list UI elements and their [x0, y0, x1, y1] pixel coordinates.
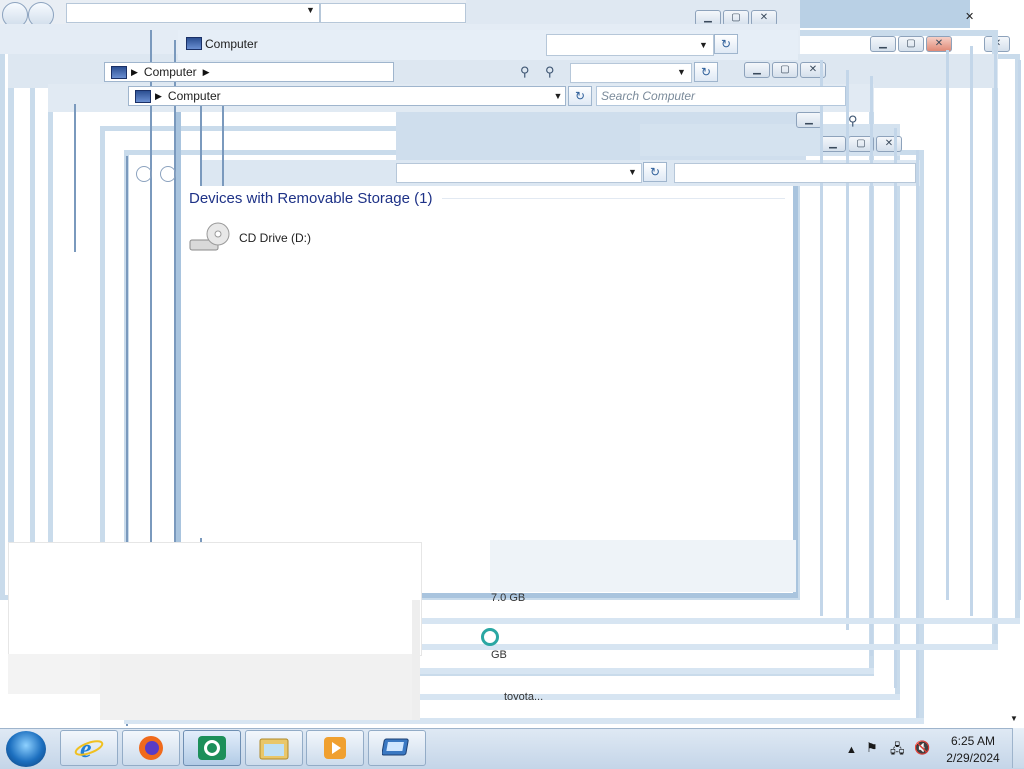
scroll-down-icon[interactable]: ▼	[1010, 714, 1018, 723]
ghost-edge	[74, 104, 76, 252]
group-header-label: Devices with Removable Storage (1)	[189, 189, 433, 207]
search-icon[interactable]: ⚲	[520, 64, 530, 80]
taskbar-remote-desktop[interactable]	[368, 730, 426, 766]
divider	[442, 197, 785, 199]
ghost-edge	[420, 668, 874, 674]
ghost-search-box	[320, 3, 466, 23]
ghost-edge	[1018, 60, 1021, 600]
internet-explorer-icon: e	[74, 734, 104, 763]
ghost-edge	[174, 40, 176, 570]
size-fragment: 7.0 GB	[491, 592, 526, 602]
network-icon[interactable]: 🖧	[890, 740, 905, 762]
group-header[interactable]: Devices with Removable Storage (1)	[189, 189, 785, 207]
cd-drive-label[interactable]: CD Drive (D:)	[239, 231, 311, 245]
name-fragment: toyota...	[504, 691, 544, 700]
clock[interactable]: 6:25 AM 2/29/2024	[940, 733, 1006, 767]
show-desktop-button[interactable]	[1012, 728, 1024, 768]
ghost-edge	[820, 60, 823, 616]
minimize-icon[interactable]: ▁	[796, 112, 822, 128]
ghost-panel	[100, 654, 420, 720]
window-title: Computer	[205, 37, 258, 51]
gb-fragment: GB	[491, 649, 507, 661]
chevron-down-icon[interactable]: ▼	[551, 91, 565, 101]
chevron-down-icon: ▼	[306, 5, 315, 15]
minimize-icon[interactable]: ▁	[820, 136, 846, 152]
details-pane	[490, 540, 796, 592]
ghost-address-box	[66, 3, 320, 23]
ghost-address-bar[interactable]: ▶ Computer ▶	[104, 62, 394, 82]
chevron-right-icon: ▶	[131, 66, 138, 77]
ghost-edge	[946, 50, 949, 600]
ghost-panel	[8, 542, 422, 656]
close-icon[interactable]: ✕	[965, 10, 974, 23]
ghost-caption-buttons-3: ▁ ▢ ✕	[744, 62, 826, 78]
minimize-icon[interactable]: ▁	[744, 62, 770, 78]
ghost-titlebar-2	[800, 0, 970, 28]
media-player-icon	[324, 737, 346, 759]
chevron-down-icon[interactable]: ▼	[628, 167, 637, 177]
refresh-icon[interactable]: ↻	[714, 34, 738, 54]
show-hidden-icons[interactable]: ▲	[846, 744, 857, 756]
ghost-caption-buttons-4: ▁ ▢ ✕	[820, 136, 902, 152]
ghost-search-box	[674, 163, 916, 183]
computer-icon	[111, 65, 127, 79]
clock-date: 2/29/2024	[946, 751, 1000, 765]
maximize-icon[interactable]: ▢	[772, 62, 798, 78]
ghost-panel	[8, 654, 100, 694]
refresh-icon[interactable]: ↻	[643, 162, 667, 182]
chevron-right-icon: ▶	[155, 90, 162, 101]
progress-ring-icon	[481, 628, 499, 646]
ghost-edge	[846, 70, 849, 630]
ghost-edge	[916, 150, 919, 724]
start-button[interactable]	[6, 731, 46, 767]
breadcrumb[interactable]: Computer	[144, 65, 197, 79]
svg-text:e: e	[80, 734, 92, 763]
taskbar-firefox[interactable]	[122, 730, 180, 766]
media-app-icon	[198, 736, 226, 760]
remote-desktop-icon	[382, 738, 409, 756]
ghost-edge	[894, 128, 897, 688]
ghost-edge	[414, 618, 1020, 624]
search-icon[interactable]: ⚲	[848, 113, 858, 129]
taskbar-media-player[interactable]	[306, 730, 364, 766]
ghost-edge	[970, 46, 973, 616]
back-arrow-icon[interactable]	[136, 166, 152, 182]
firefox-icon	[139, 736, 163, 760]
ghost-edge	[994, 50, 997, 640]
chevron-down-icon[interactable]: ▼	[699, 40, 708, 50]
computer-icon	[186, 37, 202, 50]
action-center-flag-icon[interactable]: ⚑	[866, 740, 878, 756]
computer-icon	[135, 89, 151, 103]
ghost-edge	[150, 30, 152, 570]
ghost-dropdown	[570, 63, 692, 83]
ghost-address-box	[396, 163, 642, 183]
breadcrumb-computer[interactable]: Computer	[168, 89, 221, 103]
cd-drive-icon	[189, 222, 230, 251]
taskbar-internet-explorer[interactable]: e	[60, 730, 118, 766]
folder-icon	[259, 738, 289, 760]
search-input[interactable]: Search Computer	[596, 86, 846, 106]
ghost-dropdown	[546, 34, 714, 56]
close-icon[interactable]: ✕	[876, 136, 902, 152]
address-bar[interactable]: ▶ Computer ▼	[128, 86, 566, 106]
forward-arrow-icon[interactable]	[160, 166, 176, 182]
chevron-down-icon: ▼	[677, 67, 686, 77]
taskbar-media-app[interactable]	[183, 730, 241, 766]
search-icon[interactable]: ⚲	[545, 64, 555, 80]
refresh-icon[interactable]: ↻	[568, 86, 592, 106]
taskbar-windows-explorer[interactable]	[245, 730, 303, 766]
chevron-right-icon: ▶	[202, 66, 210, 77]
ghost-panel	[412, 600, 420, 720]
clock-time: 6:25 AM	[950, 734, 996, 748]
volume-muted-icon[interactable]: 🔇	[914, 740, 930, 756]
refresh-icon[interactable]: ↻	[694, 62, 718, 82]
